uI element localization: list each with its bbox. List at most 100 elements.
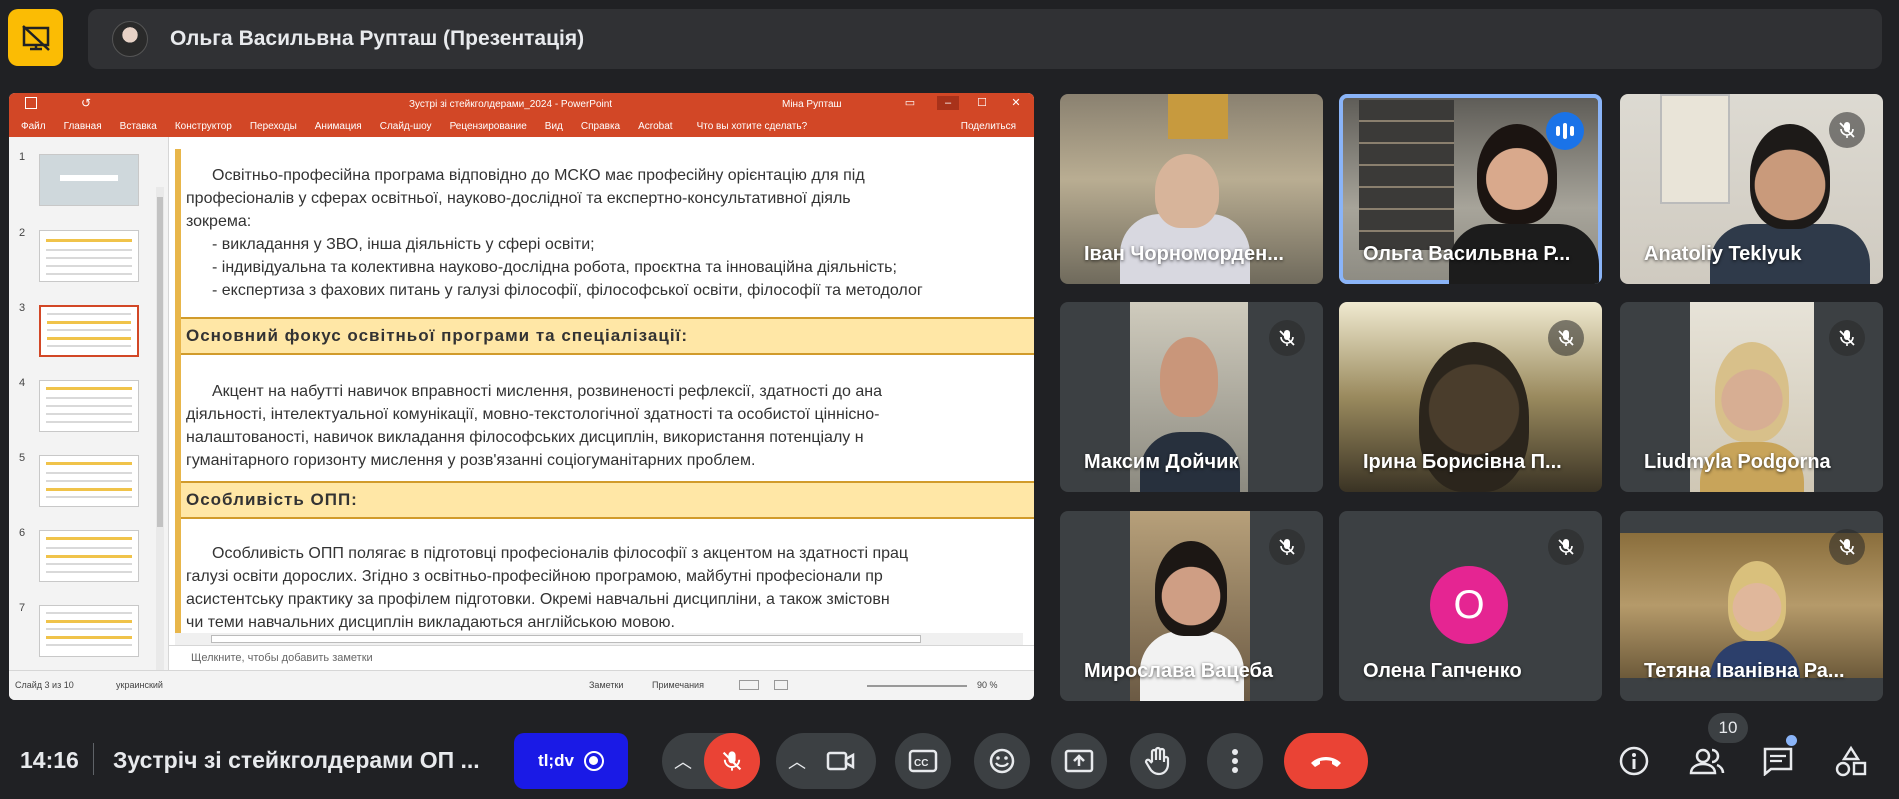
mic-off-icon [1829,529,1865,565]
ppt-titlebar: ↺ Зустрі зі стейкголдерами_2024 - PowerP… [9,93,1034,115]
notes-pane: Щелкните, чтобы добавить заметки [169,645,1034,670]
participant-name: Максим Дойчик [1084,451,1239,473]
minimize-icon: – [937,96,959,110]
ppt-user: Міна Рупташ [782,98,842,110]
present-button[interactable] [1051,733,1107,789]
presenter-title: Ольга Васильвна Рупташ (Презентація) [170,27,585,50]
slide-thumb [39,530,139,582]
ribbon-tab: Справка [580,120,621,132]
hand-icon [1144,746,1170,776]
participant-tile[interactable]: Мирослава Вацеба [1060,511,1323,701]
people-count-badge: 10 [1708,713,1748,743]
end-call-icon [1311,757,1341,767]
emoji-icon [989,748,1015,774]
video-face [1750,124,1830,229]
thumb-number: 2 [19,227,26,239]
slide-text: гуманітарного горизонту мислення у розв'… [186,452,756,469]
mic-off-icon [722,751,742,771]
slide-text: налаштованості, навичок викладання філос… [186,429,864,446]
normal-view-icon [739,680,759,690]
video-face [1155,154,1219,228]
thumb-number: 7 [19,602,26,614]
ppt-statusbar: Слайд 3 из 10 украинский Заметки Примеча… [9,670,1034,700]
slide-text: Особливість ОПП полягає в підготовці про… [212,545,909,562]
ppt-ribbon: Файл Главная Вставка Конструктор Переход… [9,115,1034,137]
participant-tile[interactable]: Anatoliy Teklyuk [1620,94,1883,284]
thumb-number: 3 [19,302,26,314]
participant-tile[interactable]: Іван Чорноморден... [1060,94,1323,284]
slide-thumb [39,455,139,507]
ribbon-tab: Слайд-шоу [379,120,432,132]
captions-button[interactable]: CC [895,733,951,789]
ribbon-tab: Рецензирование [449,120,527,132]
chat-icon [1763,747,1793,776]
activities-button[interactable] [1830,740,1872,782]
status-notes: Заметки [589,680,624,690]
people-button[interactable] [1686,740,1728,782]
slide-thumb [39,605,139,657]
participant-tile-speaking[interactable]: Ольга Васильвна Р... [1339,94,1602,284]
wall-picture [1168,94,1228,139]
thumb-number: 1 [19,151,26,163]
tldv-button[interactable]: tl;dv [514,733,628,789]
participant-tile[interactable]: О Олена Гапченко [1339,511,1602,701]
slide-hscrollbar [175,633,1023,645]
slide-heading-band: Особливість ОПП: [181,481,1034,519]
mic-control[interactable]: ︿ [662,733,760,789]
chevron-up-icon[interactable]: ︿ [674,748,692,774]
video-face [1728,561,1786,641]
slide-thumb-selected [39,305,139,357]
meeting-info-button[interactable] [1613,740,1655,782]
tell-me: Что вы хотите сделать? [696,120,808,132]
info-icon [1619,746,1649,776]
participant-name: Мирослава Вацеба [1084,660,1273,682]
participant-tile[interactable]: Ірина Борисівна П... [1339,302,1602,492]
camera-icon[interactable] [826,747,856,780]
svg-text:CC: CC [914,758,928,769]
participant-tile[interactable]: Liudmyla Podgorna [1620,302,1883,492]
mic-off-icon [1269,320,1305,356]
slide-thumb [39,154,139,206]
participant-name: Ольга Васильвна Р... [1363,243,1571,265]
participant-tile[interactable]: Тетяна Іванівна Ра... [1620,511,1883,701]
shared-screen: ↺ Зустрі зі стейкголдерами_2024 - PowerP… [9,93,1034,700]
wall-poster [1660,94,1730,204]
video-face [1477,124,1557,224]
emoji-button[interactable] [974,733,1030,789]
bookshelf [1359,100,1454,250]
camera-control[interactable]: ︿ [776,733,876,789]
mic-toggle-button[interactable] [704,733,760,789]
slide-text: галузі освіти дорослих. Згідно з освітнь… [186,568,883,585]
slide-text: чи теми навчальних дисциплін викладаютьс… [186,614,675,631]
presenter-bar: Ольга Васильвна Рупташ (Презентація) [88,9,1882,69]
participant-avatar: О [1430,566,1508,644]
slide-text: - викладання у ЗВО, інша діяльність у сф… [212,236,595,253]
meeting-title: Зустріч зі стейкголдерами ОП ... [113,747,480,773]
status-comments: Примечания [652,680,704,690]
slide-text: - індивідуальна та колективна науково-до… [212,259,897,276]
captions-icon: CC [908,749,938,773]
slide-heading: Особливість ОПП: [186,490,358,509]
chevron-up-icon[interactable]: ︿ [788,748,806,774]
video-face [1155,541,1227,636]
mic-off-icon [1829,320,1865,356]
participant-tile[interactable]: Максим Дойчик [1060,302,1323,492]
slide-text: зокрема: [186,213,252,230]
slide-text: - експертиза з фахових питань у галузі ф… [212,282,923,299]
presentation-off-icon[interactable] [8,9,63,66]
status-lang: украинский [116,680,163,690]
raise-hand-button[interactable] [1130,733,1186,789]
more-options-button[interactable] [1207,733,1263,789]
activities-icon [1835,745,1867,777]
leave-call-button[interactable] [1284,733,1368,789]
status-slide: Слайд 3 из 10 [15,680,74,690]
slide-text: Акцент на набутті навичок вправності мис… [212,383,882,400]
save-icon [25,97,37,109]
divider [93,743,94,775]
close-icon: ✕ [1011,97,1021,109]
chat-button[interactable] [1757,740,1799,782]
ribbon-display-icon: ▭ [904,97,916,109]
chat-notification-dot [1786,735,1797,746]
slide-thumb [39,230,139,282]
slide-text: професіоналів у сферах освітньої, науков… [186,190,851,207]
